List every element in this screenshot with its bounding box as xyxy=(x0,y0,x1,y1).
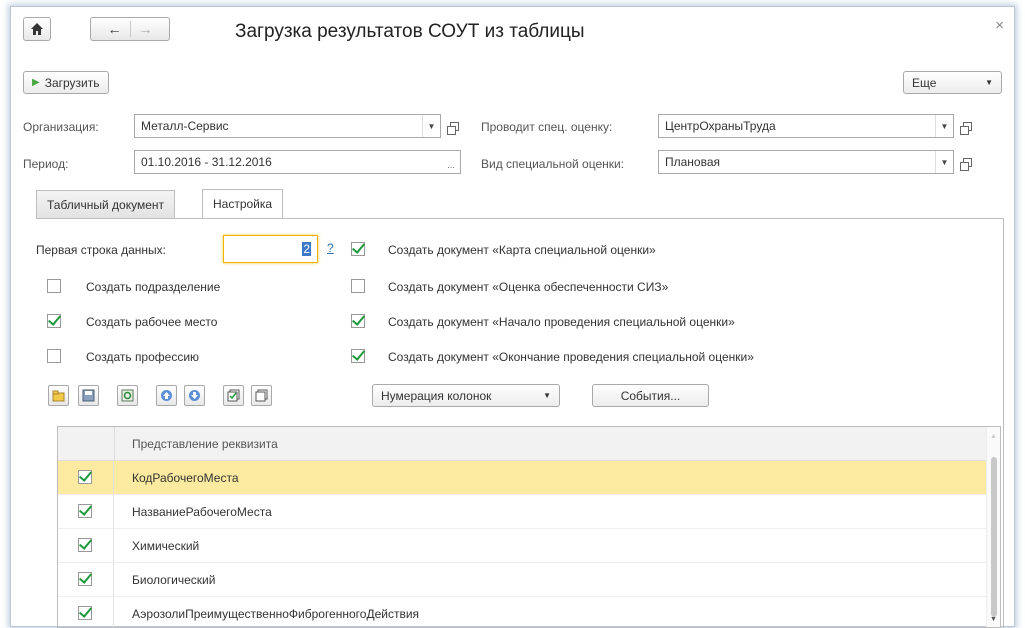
tab-table-document[interactable]: Табличный документ xyxy=(36,190,176,218)
row-checkbox[interactable] xyxy=(78,572,92,586)
refresh-icon[interactable] xyxy=(117,385,138,406)
create-workplace-checkbox[interactable] xyxy=(47,314,61,328)
create-card-label: Создать документ «Карта специальной оцен… xyxy=(388,243,656,257)
row-checkbox[interactable] xyxy=(78,606,92,620)
row-label: Биологический xyxy=(132,573,216,587)
home-button[interactable] xyxy=(23,17,51,41)
dropdown-icon[interactable]: ▼ xyxy=(935,151,953,173)
org-field[interactable]: Металл-Сервис ▼ xyxy=(134,114,441,138)
assessor-value: ЦентрОхраныТруда xyxy=(665,119,776,133)
events-label: События... xyxy=(620,388,681,403)
scroll-up-icon[interactable]: ▲ xyxy=(990,433,997,440)
table-header: Представление реквизита xyxy=(58,427,1000,461)
scroll-down-icon[interactable]: ▼ xyxy=(990,616,997,623)
more-button-label: Еще xyxy=(912,75,937,90)
row-checkbox[interactable] xyxy=(78,504,92,518)
chevron-down-icon: ▼ xyxy=(985,78,993,87)
create-end-label: Создать документ «Окончание проведения с… xyxy=(388,350,754,364)
first-row-label: Первая строка данных: xyxy=(36,243,166,257)
create-card-checkbox[interactable] xyxy=(351,242,365,256)
table-row[interactable]: КодРабочегоМеста xyxy=(58,461,986,495)
help-link[interactable]: ? xyxy=(327,241,334,255)
tab-label: Настройка xyxy=(213,197,273,211)
row-label: КодРабочегоМеста xyxy=(132,471,239,485)
row-label: НазваниеРабочегоМеста xyxy=(132,505,272,519)
column-numbering-label: Нумерация колонок xyxy=(381,388,492,403)
period-label: Период: xyxy=(23,157,69,171)
open-type-icon[interactable] xyxy=(957,150,977,174)
chevron-down-icon: ▼ xyxy=(543,391,551,400)
save-icon[interactable] xyxy=(78,385,99,406)
attributes-table: Представление реквизита КодРабочегоМеста… xyxy=(57,426,1001,628)
type-label: Вид специальной оценки: xyxy=(481,157,625,171)
uncheck-all-icon[interactable] xyxy=(251,385,272,406)
move-down-icon[interactable] xyxy=(184,385,205,406)
table-row[interactable]: НазваниеРабочегоМеста xyxy=(58,495,986,529)
dialog-window: ← → Загрузка результатов СОУТ из таблицы… xyxy=(10,6,1015,628)
create-end-checkbox[interactable] xyxy=(351,349,365,363)
type-value: Плановая xyxy=(665,155,721,169)
create-division-label: Создать подразделение xyxy=(86,280,221,294)
open-org-icon[interactable] xyxy=(444,114,464,138)
play-icon: ▶ xyxy=(32,77,40,88)
window-title: Загрузка результатов СОУТ из таблицы xyxy=(235,21,585,42)
table-row[interactable]: АэрозолиПреимущественноФиброгенногоДейст… xyxy=(58,597,986,627)
open-file-icon[interactable] xyxy=(48,385,69,406)
load-button-label: Загрузить xyxy=(44,75,100,90)
row-label: АэрозолиПреимущественноФиброгенногоДейст… xyxy=(132,607,420,621)
table-row[interactable]: Биологический xyxy=(58,563,986,597)
row-label: Химический xyxy=(132,539,200,553)
first-row-value: 2 xyxy=(302,242,311,256)
table-scrollbar[interactable]: ▲ ▼ xyxy=(986,427,1000,627)
open-assessor-icon[interactable] xyxy=(957,114,977,138)
create-start-label: Создать документ «Начало проведения спец… xyxy=(388,315,735,329)
more-button[interactable]: Еще ▼ xyxy=(903,71,1002,94)
create-workplace-label: Создать рабочее место xyxy=(86,315,218,329)
first-row-input[interactable]: 2 xyxy=(223,235,318,263)
select-period-icon[interactable]: ... xyxy=(442,151,460,173)
create-ppe-checkbox[interactable] xyxy=(351,279,365,293)
tab-label: Табличный документ xyxy=(47,197,165,212)
column-numbering-button[interactable]: Нумерация колонок ▼ xyxy=(372,384,560,407)
type-field[interactable]: Плановая ▼ xyxy=(658,150,954,174)
table-row[interactable]: Химический xyxy=(58,529,986,563)
create-ppe-label: Создать документ «Оценка обеспеченности … xyxy=(388,280,669,294)
row-checkbox[interactable] xyxy=(78,470,92,484)
column-header[interactable]: Представление реквизита xyxy=(132,437,278,451)
org-label: Организация: xyxy=(23,120,99,134)
period-value: 01.10.2016 - 31.12.2016 xyxy=(141,155,272,169)
check-all-icon[interactable] xyxy=(223,385,244,406)
events-button[interactable]: События... xyxy=(592,384,709,407)
create-profession-label: Создать профессию xyxy=(86,350,200,364)
load-button[interactable]: ▶ Загрузить xyxy=(23,71,109,94)
close-icon[interactable]: × xyxy=(995,17,1004,34)
tab-settings[interactable]: Настройка xyxy=(202,189,284,218)
dropdown-icon[interactable]: ▼ xyxy=(422,115,440,137)
back-arrow-icon[interactable]: ← xyxy=(108,21,122,37)
dropdown-icon[interactable]: ▼ xyxy=(935,115,953,137)
assessor-label: Проводит спец. оценку: xyxy=(481,120,613,134)
org-value: Металл-Сервис xyxy=(141,119,229,133)
assessor-field[interactable]: ЦентрОхраныТруда ▼ xyxy=(658,114,954,138)
period-field[interactable]: 01.10.2016 - 31.12.2016 ... xyxy=(134,150,461,174)
forward-arrow-icon[interactable]: → xyxy=(139,21,153,37)
create-division-checkbox[interactable] xyxy=(47,279,61,293)
row-checkbox[interactable] xyxy=(78,538,92,552)
home-icon xyxy=(31,23,43,35)
move-up-icon[interactable] xyxy=(156,385,177,406)
create-start-checkbox[interactable] xyxy=(351,314,365,328)
nav-history: ← → xyxy=(90,17,170,41)
create-profession-checkbox[interactable] xyxy=(47,349,61,363)
scroll-thumb[interactable] xyxy=(991,457,997,617)
